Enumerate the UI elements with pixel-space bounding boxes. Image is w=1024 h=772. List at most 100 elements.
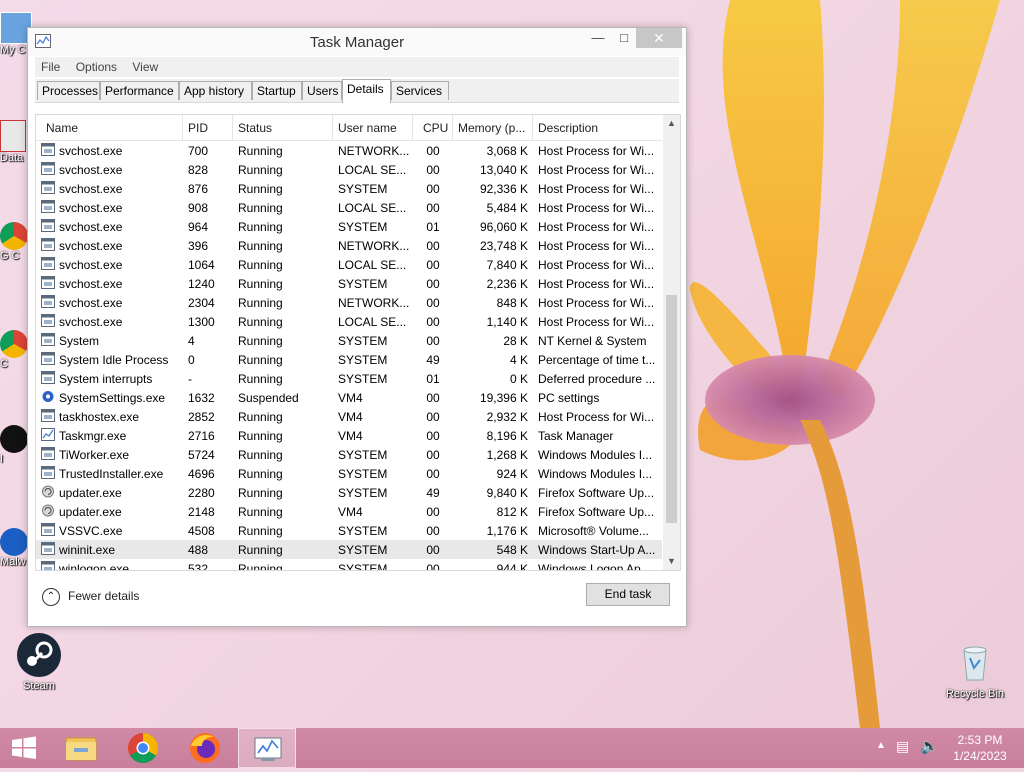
menu-options[interactable]: Options [70,57,123,77]
menu-view[interactable]: View [126,57,164,77]
process-description: NT Kernel & System [538,334,647,348]
steam-icon [16,632,62,678]
taskbar-clock[interactable]: 2:53 PM 1/24/2023 [940,732,1020,764]
process-status: Running [238,353,283,367]
table-row[interactable]: svchost.exe 1300 Running LOCAL SE... 00 1,140… [36,312,662,331]
table-row[interactable]: svchost.exe 396 Running NETWORK... 00 23,748 … [36,236,662,255]
process-status: Running [238,258,283,272]
column-header-description[interactable]: Description [538,121,598,135]
table-row[interactable]: svchost.exe 2304 Running NETWORK... 00 848 K H… [36,293,662,312]
tab-processes[interactable]: Processes [37,81,100,100]
desktop-icon-data[interactable]: Data [0,120,30,164]
column-header-pid[interactable]: PID [188,121,208,135]
end-task-button[interactable]: End task [586,583,670,606]
fewer-details-button[interactable]: ⌃ Fewer details [42,586,139,606]
menu-file[interactable]: File [35,57,66,77]
table-row[interactable]: SystemSettings.exe 1632 Suspended VM4 00 19,3… [36,388,662,407]
table-row[interactable]: svchost.exe 828 Running LOCAL SE... 00 13,040… [36,160,662,179]
tab-details[interactable]: Details [342,79,391,103]
table-row[interactable]: svchost.exe 1064 Running LOCAL SE... 00 7,840… [36,255,662,274]
table-row[interactable]: VSSVC.exe 4508 Running SYSTEM 00 1,176 K Micro… [36,521,662,540]
process-memory: 1,268 K [486,448,528,462]
desktop-icon-chrome[interactable]: G C [0,222,30,262]
process-pid: 2304 [188,296,215,310]
table-row[interactable]: svchost.exe 700 Running NETWORK... 00 3,068 K… [36,141,662,160]
taskbar-chrome[interactable] [114,728,172,768]
tab-startup[interactable]: Startup [252,81,302,100]
table-row[interactable]: winlogon.exe 532 Running SYSTEM 00 944 K Windo… [36,559,662,571]
chrome-icon [0,222,28,250]
desktop-icon-computer[interactable]: My C [0,12,32,56]
process-description: Host Process for Wi... [538,220,655,234]
table-row[interactable]: updater.exe 2148 Running VM4 00 812 K Firefox … [36,502,662,521]
title-bar[interactable]: Task Manager — □ ✕ [28,28,686,56]
process-description: Windows Logon Ap... [538,562,651,571]
tab-services[interactable]: Services [391,81,449,100]
scroll-down-icon[interactable]: ▼ [663,553,680,570]
process-description: Host Process for Wi... [538,144,655,158]
app-icon [0,528,28,556]
network-icon[interactable]: ▤ [896,738,909,755]
table-row[interactable]: svchost.exe 876 Running SYSTEM 00 92,336 K Hos… [36,179,662,198]
process-pid: 876 [188,182,209,196]
taskbar-file-explorer[interactable] [52,728,110,768]
desktop-icon-4[interactable]: C [0,330,30,370]
desktop-icon-malware[interactable]: Malw [0,528,30,568]
process-cpu: 00 [426,448,440,462]
process-status: Running [238,562,283,571]
process-description: Microsoft® Volume... [538,524,649,538]
table-row[interactable]: TiWorker.exe 5724 Running SYSTEM 00 1,268 K Wi… [36,445,662,464]
taskbar-task-manager[interactable] [238,728,296,768]
scrollbar-thumb[interactable] [666,295,677,523]
scroll-up-icon[interactable]: ▲ [663,115,680,132]
table-row[interactable]: taskhostex.exe 2852 Running VM4 00 2,932 K Hos… [36,407,662,426]
table-row[interactable]: TrustedInstaller.exe 4696 Running SYSTEM 00 9… [36,464,662,483]
file-explorer-icon [65,737,97,761]
process-user-name: SYSTEM [338,277,388,291]
column-header-user-name[interactable]: User name [338,121,397,135]
process-cpu: 49 [426,353,440,367]
table-row[interactable]: updater.exe 2280 Running SYSTEM 49 9,840 K Fir… [36,483,662,502]
tab-performance[interactable]: Performance [100,81,179,100]
minimize-button[interactable]: — [584,28,612,48]
tab-app-history[interactable]: App history [179,81,252,100]
process-user-name: NETWORK... [338,296,410,310]
updater-icon [42,504,54,517]
column-header-name[interactable]: Name ▲ [46,121,78,135]
column-header-status[interactable]: Status [238,121,272,135]
column-header-memory[interactable]: Memory (p... [458,121,530,135]
maximize-button[interactable]: □ [610,28,638,48]
table-row[interactable]: Taskmgr.exe 2716 Running VM4 00 8,196 K Task M… [36,426,662,445]
vertical-scrollbar[interactable]: ▲ ▼ [663,115,680,570]
fewer-details-label: Fewer details [68,589,140,603]
volume-icon[interactable]: 🔈 [920,737,939,755]
taskbar-firefox[interactable] [176,728,234,768]
show-hidden-icons-icon[interactable]: ▲ [876,740,886,751]
table-row[interactable]: System interrupts - Running SYSTEM 01 0 K Defe… [36,369,662,388]
process-status: Running [238,467,283,481]
desktop-icon-steam[interactable]: Steam [9,632,69,692]
process-description: Host Process for Wi... [538,239,655,253]
recycle-bin-icon [952,640,998,686]
process-cpu: 00 [426,429,440,443]
process-cpu: 00 [426,315,440,329]
table-row[interactable]: svchost.exe 1240 Running SYSTEM 00 2,236 K Hos… [36,274,662,293]
process-user-name: SYSTEM [338,448,388,462]
table-row[interactable]: svchost.exe 908 Running LOCAL SE... 00 5,484 … [36,198,662,217]
table-row[interactable]: System Idle Process 0 Running SYSTEM 49 4 K Pe… [36,350,662,369]
process-icon [41,371,55,384]
desktop-icon-label: Data [0,152,24,164]
desktop-icon-5[interactable]: I [0,425,30,465]
close-button[interactable]: ✕ [636,28,682,48]
column-header-cpu[interactable]: CPU [423,121,448,135]
start-button[interactable] [0,728,48,768]
process-pid: 1064 [188,258,215,272]
desktop-icon-recycle-bin[interactable]: Recycle Bin [945,640,1005,700]
table-row[interactable]: System 4 Running SYSTEM 00 28 K NT Kernel & Sy… [36,331,662,350]
table-row[interactable]: wininit.exe 488 Running SYSTEM 00 548 K Window… [36,540,662,559]
chevron-up-icon: ⌃ [42,587,60,606]
process-memory: 19,396 K [479,391,528,405]
table-row[interactable]: svchost.exe 964 Running SYSTEM 01 96,060 K Hos… [36,217,662,236]
tab-users[interactable]: Users [302,81,342,100]
bottom-bar: ⌃ Fewer details End task [28,576,686,626]
